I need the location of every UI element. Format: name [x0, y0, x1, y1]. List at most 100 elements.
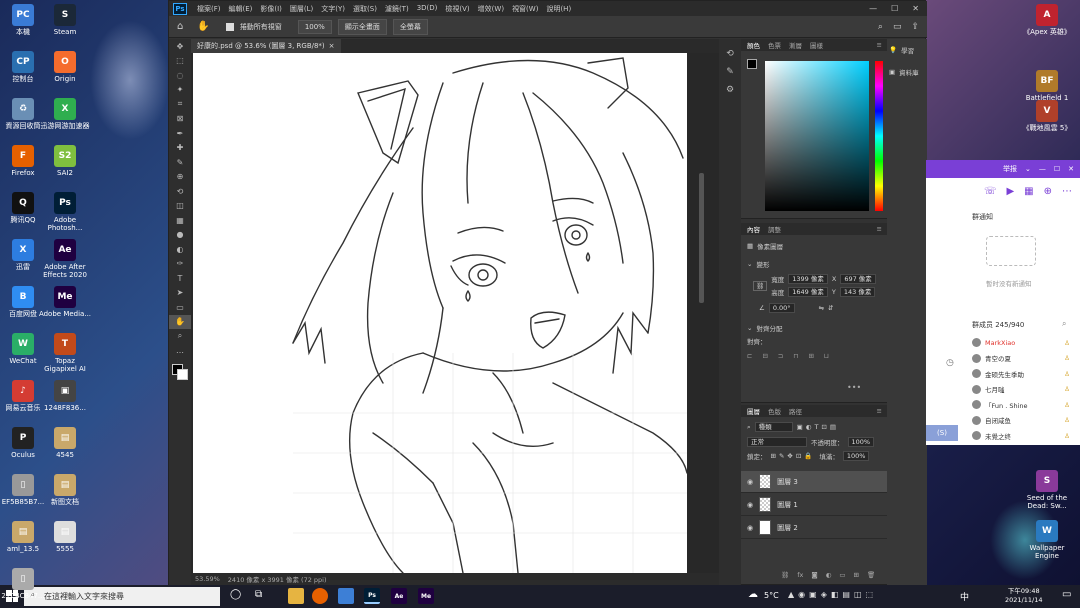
voice-call-icon[interactable]: ☏ — [984, 186, 997, 197]
menu-item[interactable]: 文字(Y) — [317, 4, 349, 14]
canvas-area[interactable] — [191, 53, 719, 573]
desktop-icon[interactable]: Ae Adobe After Effects 2020 — [38, 239, 92, 279]
hue-slider[interactable] — [875, 61, 883, 211]
file-share-icon[interactable]: ▦ — [1024, 186, 1033, 197]
desktop-icon[interactable]: S Seed of the Dead: Sw... — [1020, 470, 1074, 510]
clock-icon[interactable]: ◷ — [946, 358, 954, 368]
clock[interactable]: 下午09:48 2021/11/14 — [1005, 587, 1042, 605]
menu-item[interactable]: 濾鏡(T) — [381, 4, 413, 14]
opacity-field[interactable]: 100% — [847, 437, 875, 447]
menu-item[interactable]: 說明(H) — [542, 4, 575, 14]
panel-tab[interactable]: 路徑 — [789, 406, 802, 416]
hand-tool-icon[interactable]: ✋ — [197, 21, 209, 32]
layer-row[interactable]: ◉ 圖層 2 — [741, 517, 887, 539]
link-icon[interactable]: ⛓ — [753, 280, 768, 291]
panel-menu-icon[interactable]: ≡ — [877, 225, 887, 233]
desktop-icon[interactable]: T Topaz Gigapixel AI — [38, 333, 92, 373]
layer-filter-select[interactable]: 種類 — [754, 422, 793, 432]
height-field[interactable]: 1649 像素 — [788, 287, 828, 297]
menu-item[interactable]: 視窗(W) — [508, 4, 542, 14]
desktop-icon[interactable]: ▯ 27C4C847... — [0, 568, 50, 600]
zoom-100-button[interactable]: 100% — [297, 19, 332, 34]
desktop-icon[interactable]: BF Battlefield 1 — [1020, 70, 1074, 102]
menu-item[interactable]: 3D(D) — [413, 4, 442, 14]
maximize-icon[interactable]: ☐ — [891, 4, 898, 13]
search-icon[interactable]: ⌕ — [878, 22, 883, 32]
menu-item[interactable]: 檢視(V) — [441, 4, 473, 14]
gradient-tool-icon[interactable]: ▦ — [169, 213, 191, 228]
photoshop-taskbar-icon[interactable]: Ps — [364, 588, 380, 604]
eye-icon[interactable]: ◉ — [747, 501, 753, 509]
marquee-tool-icon[interactable]: ⬚ — [169, 54, 191, 69]
panel-tab[interactable]: 內容 — [747, 224, 760, 234]
path-select-tool-icon[interactable]: ➤ — [169, 286, 191, 301]
member-item[interactable]: 七月嗤 ♙ — [926, 382, 1080, 398]
desktop-icon[interactable]: X 迅游网游加速器 — [38, 98, 92, 130]
menu-item[interactable]: 圖層(L) — [286, 4, 317, 14]
fit-screen-button[interactable]: 顯示全畫面 — [337, 18, 387, 35]
eyedropper-tool-icon[interactable]: ✒ — [169, 126, 191, 141]
eye-icon[interactable]: ◉ — [747, 478, 753, 486]
share-icon[interactable]: ⇪ — [911, 22, 919, 32]
desktop-icon[interactable]: V 《戰地風雲 5》 — [1020, 100, 1074, 132]
flip-vertical-icon[interactable]: ⇵ — [828, 304, 833, 312]
desktop-icon[interactable]: Ps Adobe Photosh... — [38, 192, 92, 232]
align-center-icon[interactable]: ⊟ — [762, 352, 767, 360]
report-link[interactable]: 举报 — [1003, 164, 1017, 174]
desktop-icon[interactable]: O Origin — [38, 51, 92, 83]
healing-tool-icon[interactable]: ✚ — [169, 141, 191, 156]
close-tab-icon[interactable]: × — [329, 42, 335, 50]
desktop-icon[interactable]: S2 SAI2 — [38, 145, 92, 177]
panel-tab[interactable]: 圖樣 — [810, 40, 823, 50]
width-field[interactable]: 1399 像素 — [788, 274, 828, 284]
chevron-down-icon[interactable]: ⌄ — [747, 260, 752, 268]
after-effects-taskbar-icon[interactable]: Ae — [391, 588, 407, 604]
panel-menu-icon[interactable]: ≡ — [877, 407, 887, 415]
eraser-tool-icon[interactable]: ◫ — [169, 199, 191, 214]
media-encoder-taskbar-icon[interactable]: Me — [418, 588, 434, 604]
member-item[interactable]: 金硕先生季助 ♙ — [926, 366, 1080, 382]
panel-tab[interactable]: 圖層 — [747, 406, 760, 416]
desktop-icon[interactable]: ▤ 新图文档 — [38, 474, 92, 506]
frame-tool-icon[interactable]: ⊠ — [169, 112, 191, 127]
chevron-down-icon[interactable]: ⌄ — [747, 324, 752, 332]
canvas-scrollbar[interactable] — [699, 173, 704, 303]
brush-tool-icon[interactable]: ✎ — [169, 155, 191, 170]
panel-tab[interactable]: 色版 — [768, 406, 781, 416]
history-brush-tool-icon[interactable]: ⟲ — [169, 184, 191, 199]
align-left-icon[interactable]: ⊏ — [747, 352, 752, 360]
align-top-icon[interactable]: ⊓ — [793, 352, 798, 360]
video-call-icon[interactable]: ▶ — [1006, 186, 1014, 197]
angle-field[interactable]: 0.00° — [768, 303, 795, 313]
panel-menu-icon[interactable]: ≡ — [877, 41, 887, 49]
panel-tab[interactable]: 顏色 — [747, 40, 760, 50]
mask-icon[interactable]: ◙ — [811, 571, 817, 579]
delete-layer-icon[interactable]: 🗑 — [867, 571, 875, 579]
learn-label[interactable]: 學習 — [901, 45, 914, 55]
workspace-icon[interactable]: ▭ — [893, 22, 902, 32]
minimize-icon[interactable]: — — [1039, 165, 1046, 173]
ime-indicator[interactable]: 中 — [960, 590, 969, 603]
background-color-swatch[interactable] — [177, 369, 188, 380]
chat-input-area[interactable]: (S) — [926, 425, 958, 441]
menu-item[interactable]: 增效(W) — [474, 4, 508, 14]
maximize-icon[interactable]: ☐ — [1054, 165, 1060, 173]
desktop-icon[interactable]: ▤ 4545 — [38, 427, 92, 459]
flip-horizontal-icon[interactable]: ⇋ — [819, 304, 824, 312]
panel-tab[interactable]: 漸層 — [789, 40, 802, 50]
status-zoom[interactable]: 53.59% — [195, 575, 220, 583]
more-options-icon[interactable]: ••• — [847, 383, 861, 392]
home-icon[interactable]: ⌂ — [177, 21, 183, 32]
history-icon[interactable]: ⟲ — [719, 45, 741, 63]
lasso-tool-icon[interactable]: ◌ — [169, 68, 191, 83]
desktop-icon[interactable]: A 《Apex 英雄》 — [1020, 4, 1074, 36]
align-right-icon[interactable]: ⊐ — [778, 352, 783, 360]
document-tab[interactable]: 好康的.psd @ 53.6% (圖層 3, RGB/8*) × — [191, 39, 341, 53]
member-item[interactable]: MarkXiao ♙ — [926, 335, 1080, 351]
align-bottom-icon[interactable]: ⊔ — [824, 352, 829, 360]
foreground-swatch[interactable] — [747, 59, 757, 69]
align-middle-icon[interactable]: ⊞ — [808, 352, 813, 360]
move-tool-icon[interactable]: ✥ — [169, 39, 191, 54]
chevron-down-icon[interactable]: ⌄ — [1025, 165, 1031, 173]
blend-mode-select[interactable]: 正常 — [747, 437, 807, 447]
